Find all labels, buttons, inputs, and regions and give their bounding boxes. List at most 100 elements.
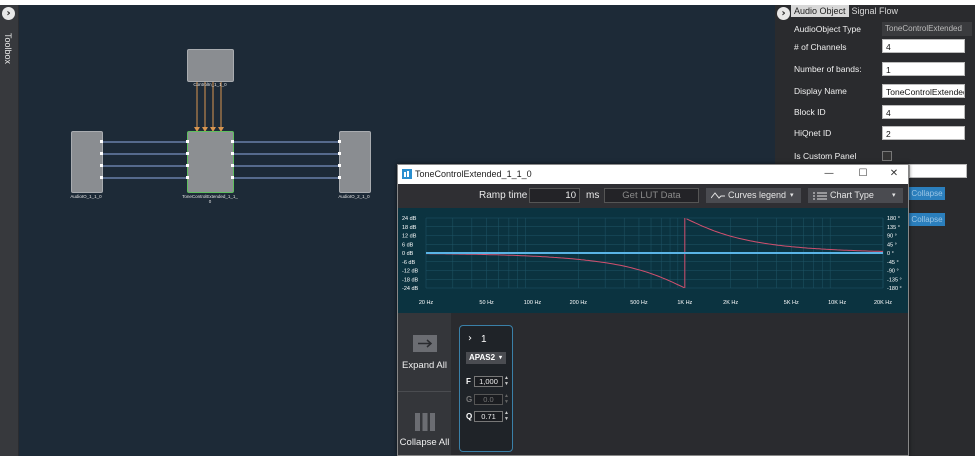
- gain-spinner-icon[interactable]: ▲ ▼: [504, 393, 509, 405]
- port: [186, 152, 189, 155]
- phase-curve-high: [686, 218, 883, 252]
- port: [338, 152, 341, 155]
- collapse-all-button[interactable]: Collapse All: [398, 437, 451, 448]
- phase-tick-label: -135 °: [887, 277, 902, 283]
- control-in-block[interactable]: [187, 49, 234, 82]
- x-tick-label: 1K Hz: [677, 300, 692, 306]
- y-tick-label: -24 dB: [402, 286, 419, 292]
- tab-signal-flow[interactable]: Signal Flow: [849, 5, 902, 17]
- port: [231, 140, 234, 143]
- dialog-titlebar[interactable]: ToneControlExtended_1_1_0 — ☐ ✕: [398, 165, 908, 184]
- prop-label-display-name: Display Name: [794, 86, 847, 96]
- x-tick-label: 200 Hz: [570, 300, 588, 306]
- phase-tick-label: -90 °: [887, 269, 899, 275]
- frequency-input[interactable]: 1,000: [474, 376, 503, 387]
- display-name-input[interactable]: ToneControlExtended_1: [882, 84, 965, 98]
- chart-type-dropdown[interactable]: Chart Type ▾: [808, 188, 903, 203]
- y-tick-label: 0 dB: [402, 251, 414, 257]
- filter-type-value: APAS2: [469, 353, 496, 362]
- toolbox-expand-icon[interactable]: ›: [2, 7, 15, 20]
- curves-legend-dropdown[interactable]: Curves legend ▾: [706, 188, 801, 203]
- ramp-time-label: Ramp time: [479, 190, 528, 201]
- q-label: Q: [466, 412, 473, 421]
- port: [186, 164, 189, 167]
- maximize-icon[interactable]: ☐: [856, 168, 870, 180]
- port: [100, 152, 103, 155]
- y-tick-label: -6 dB: [402, 260, 415, 266]
- expand-all-button[interactable]: Expand All: [398, 360, 451, 371]
- expand-all-icon[interactable]: [413, 335, 437, 352]
- control-in-label: ControlIn_1_1_0: [193, 82, 227, 87]
- minimize-icon[interactable]: —: [822, 168, 836, 180]
- properties-tabs: Audio Object Signal Flow: [791, 5, 901, 17]
- frequency-spinner-icon[interactable]: ▲ ▼: [504, 375, 509, 387]
- phase-tick-label: -180 °: [887, 286, 902, 292]
- channel-number: 1: [481, 334, 487, 345]
- prop-value-audioobject-type: ToneControlExtended: [882, 22, 972, 36]
- chevron-down-icon: ▾: [892, 192, 896, 199]
- y-tick-label: 12 dB: [402, 234, 417, 240]
- y-tick-label: 18 dB: [402, 225, 417, 231]
- curves-legend-label: Curves legend: [728, 190, 787, 200]
- port: [231, 164, 234, 167]
- port: [338, 164, 341, 167]
- tab-audio-object[interactable]: Audio Object: [791, 5, 849, 17]
- gain-input[interactable]: 0.0: [474, 394, 503, 405]
- close-icon[interactable]: ✕: [887, 168, 901, 180]
- channels-input[interactable]: 4: [882, 39, 965, 53]
- hiqnet-id-input[interactable]: 2: [882, 126, 965, 140]
- extra-input[interactable]: [909, 164, 967, 178]
- x-tick-label: 20K Hz: [874, 300, 892, 306]
- x-tick-label: 5K Hz: [784, 300, 799, 306]
- channel-expand-icon[interactable]: ›: [468, 333, 472, 344]
- y-tick-label: -18 dB: [402, 277, 419, 283]
- properties-collapse-icon[interactable]: ›: [777, 7, 790, 20]
- collapse-button-2[interactable]: Collapse: [909, 213, 945, 226]
- audio-output-label: AudioIO_2_1_0: [338, 194, 370, 199]
- q-spinner-icon[interactable]: ▲ ▼: [504, 410, 509, 422]
- tone-control-block[interactable]: [187, 131, 234, 193]
- x-tick-label: 20 Hz: [419, 300, 434, 306]
- y-tick-label: 6 dB: [402, 242, 414, 248]
- curve-icon: [711, 192, 725, 199]
- q-input[interactable]: 0.71: [474, 411, 503, 422]
- tone-control-label-line2: 0: [208, 199, 212, 204]
- ramp-time-input[interactable]: 10: [529, 188, 580, 203]
- block-id-input[interactable]: 4: [882, 105, 965, 119]
- dialog-title: ToneControlExtended_1_1_0: [415, 169, 532, 179]
- filter-type-dropdown[interactable]: APAS2 ▾: [466, 352, 506, 364]
- prop-label-block-id: Block ID: [794, 107, 826, 117]
- ramp-unit-label: ms: [586, 190, 600, 201]
- prop-label-channels: # of Channels: [794, 42, 847, 52]
- y-tick-label: -12 dB: [402, 269, 419, 275]
- prop-label-bands: Number of bands:: [794, 64, 862, 74]
- frequency-response-graph[interactable]: 24 dB 18 dB 12 dB 6 dB 0 dB -6 dB -12 dB -18 dB…: [398, 208, 908, 313]
- chevron-down-icon: ▾: [790, 192, 794, 199]
- expand-collapse-column: Expand All Collapse All: [398, 313, 451, 455]
- divider: [398, 391, 451, 392]
- port: [338, 176, 341, 179]
- frequency-response-svg: 24 dB 18 dB 12 dB 6 dB 0 dB -6 dB -12 dB -18 dB…: [402, 216, 902, 306]
- audio-input-block[interactable]: [71, 131, 103, 193]
- chart-type-label: Chart Type: [830, 190, 874, 200]
- collapse-all-icon[interactable]: [413, 413, 437, 431]
- phase-tick-label: 90 °: [887, 234, 897, 240]
- y-tick-label: 24 dB: [402, 216, 417, 222]
- gain-label: G: [466, 395, 473, 404]
- port: [100, 164, 103, 167]
- audio-output-block[interactable]: [339, 131, 371, 193]
- toolbox-label[interactable]: Toolbox: [3, 33, 13, 64]
- prop-label-custom-panel: Is Custom Panel: [794, 151, 857, 161]
- port: [338, 140, 341, 143]
- x-tick-label: 100 Hz: [524, 300, 542, 306]
- port: [231, 152, 234, 155]
- custom-panel-checkbox[interactable]: [882, 151, 892, 161]
- bands-input[interactable]: 1: [882, 62, 965, 76]
- channel-card: › 1 APAS2 ▾ F 1,000 ▲ ▼ G 0.0 ▲ ▼ Q 0.71 ▲…: [459, 325, 513, 452]
- x-tick-label: 500 Hz: [630, 300, 648, 306]
- port: [186, 140, 189, 143]
- phase-tick-label: 180 °: [887, 216, 900, 222]
- collapse-button-1[interactable]: Collapse: [909, 187, 945, 200]
- get-lut-data-button[interactable]: Get LUT Data: [604, 188, 699, 203]
- prop-label-audioobject-type: AudioObject Type: [794, 24, 861, 34]
